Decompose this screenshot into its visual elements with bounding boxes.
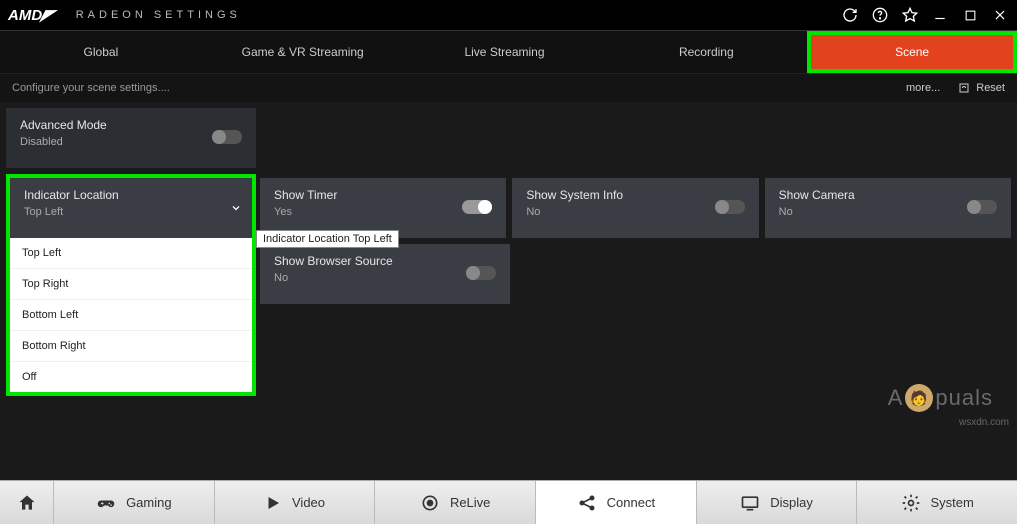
indicator-location-tooltip: Indicator Location Top Left <box>256 230 399 248</box>
system-icon <box>901 493 921 513</box>
close-icon[interactable] <box>991 6 1009 24</box>
toggle-cards-row2: Show Browser Source No <box>260 244 510 304</box>
help-icon[interactable] <box>871 6 889 24</box>
show-camera-toggle[interactable] <box>967 200 997 214</box>
display-icon <box>740 493 760 513</box>
show-system-info-card[interactable]: Show System Info No <box>512 178 758 238</box>
show-browser-source-value: No <box>274 272 496 284</box>
tab-label: Recording <box>679 45 734 59</box>
gamepad-icon <box>96 493 116 513</box>
minimize-icon[interactable] <box>931 6 949 24</box>
indicator-location-menu: Top Left Top Right Bottom Left Bottom Ri… <box>10 238 252 392</box>
tab-recording[interactable]: Recording <box>605 31 807 73</box>
app-title: RADEON SETTINGS <box>76 9 241 21</box>
secondary-bar: Configure your scene settings.... more..… <box>0 74 1017 102</box>
nav-home[interactable] <box>0 481 54 524</box>
watermark-site: wsxdn.com <box>959 417 1009 428</box>
dropdown-option-top-right[interactable]: Top Right <box>10 269 252 300</box>
nav-video[interactable]: Video <box>215 481 376 524</box>
nav-relive[interactable]: ReLive <box>375 481 536 524</box>
show-camera-card[interactable]: Show Camera No <box>765 178 1011 238</box>
amd-logo: AMD◤ <box>8 6 54 24</box>
indicator-location-label: Indicator Location <box>24 188 238 202</box>
advanced-mode-value: Disabled <box>20 136 242 148</box>
show-camera-label: Show Camera <box>779 188 997 202</box>
show-system-info-label: Show System Info <box>526 188 744 202</box>
advanced-mode-card[interactable]: Advanced Mode Disabled <box>6 108 256 168</box>
tab-scene[interactable]: Scene <box>807 31 1017 73</box>
tab-live-streaming[interactable]: Live Streaming <box>404 31 606 73</box>
chevron-down-icon <box>230 202 242 214</box>
watermark-avatar-icon: 🧑 <box>905 384 933 412</box>
dropdown-option-top-left[interactable]: Top Left <box>10 238 252 269</box>
tab-label: Live Streaming <box>464 45 544 59</box>
show-browser-source-card[interactable]: Show Browser Source No <box>260 244 510 304</box>
play-icon <box>264 494 282 512</box>
indicator-location-dropdown[interactable]: Indicator Location Top Left Top Left Top… <box>6 174 256 396</box>
home-icon <box>17 493 37 513</box>
toggle-cards-row: Show Timer Yes Show System Info No Show … <box>260 178 1011 238</box>
maximize-icon[interactable] <box>961 6 979 24</box>
nav-label: System <box>931 495 974 510</box>
show-timer-toggle[interactable] <box>462 200 492 214</box>
dropdown-option-off[interactable]: Off <box>10 362 252 392</box>
show-system-info-value: No <box>526 206 744 218</box>
tab-label: Scene <box>895 45 929 59</box>
tab-game-vr-streaming[interactable]: Game & VR Streaming <box>202 31 404 73</box>
advanced-mode-label: Advanced Mode <box>20 118 242 132</box>
watermark-brand: A 🧑 puals <box>888 384 993 412</box>
titlebar-icons <box>841 6 1009 24</box>
dropdown-option-bottom-left[interactable]: Bottom Left <box>10 300 252 331</box>
advanced-mode-toggle[interactable] <box>212 130 242 144</box>
top-tabs: Global Game & VR Streaming Live Streamin… <box>0 30 1017 74</box>
nav-label: Connect <box>607 495 655 510</box>
content-area: Advanced Mode Disabled Indicator Locatio… <box>0 102 1017 480</box>
show-browser-source-toggle[interactable] <box>466 266 496 280</box>
sync-icon[interactable] <box>841 6 859 24</box>
tab-global[interactable]: Global <box>0 31 202 73</box>
show-timer-label: Show Timer <box>274 188 492 202</box>
bottom-nav: Gaming Video ReLive Connect Display Syst… <box>0 480 1017 524</box>
nav-label: Video <box>292 495 325 510</box>
nav-label: Gaming <box>126 495 172 510</box>
reset-icon <box>958 82 970 94</box>
titlebar: AMD◤ RADEON SETTINGS <box>0 0 1017 30</box>
nav-connect[interactable]: Connect <box>536 481 697 524</box>
nav-label: ReLive <box>450 495 490 510</box>
show-system-info-toggle[interactable] <box>715 200 745 214</box>
reset-button[interactable]: Reset <box>958 82 1005 94</box>
indicator-location-value: Top Left <box>24 206 238 218</box>
nav-display[interactable]: Display <box>697 481 858 524</box>
tab-label: Game & VR Streaming <box>242 45 364 59</box>
scene-description: Configure your scene settings.... <box>12 82 170 94</box>
more-button[interactable]: more... <box>906 82 940 94</box>
show-timer-card[interactable]: Show Timer Yes <box>260 178 506 238</box>
tab-label: Global <box>84 45 119 59</box>
star-icon[interactable] <box>901 6 919 24</box>
nav-gaming[interactable]: Gaming <box>54 481 215 524</box>
show-camera-value: No <box>779 206 997 218</box>
connect-icon <box>577 493 597 513</box>
show-timer-value: Yes <box>274 206 492 218</box>
show-browser-source-label: Show Browser Source <box>274 254 496 268</box>
dropdown-option-bottom-right[interactable]: Bottom Right <box>10 331 252 362</box>
nav-label: Display <box>770 495 813 510</box>
indicator-location-header[interactable]: Indicator Location Top Left <box>10 178 252 238</box>
relive-icon <box>420 493 440 513</box>
nav-system[interactable]: System <box>857 481 1017 524</box>
